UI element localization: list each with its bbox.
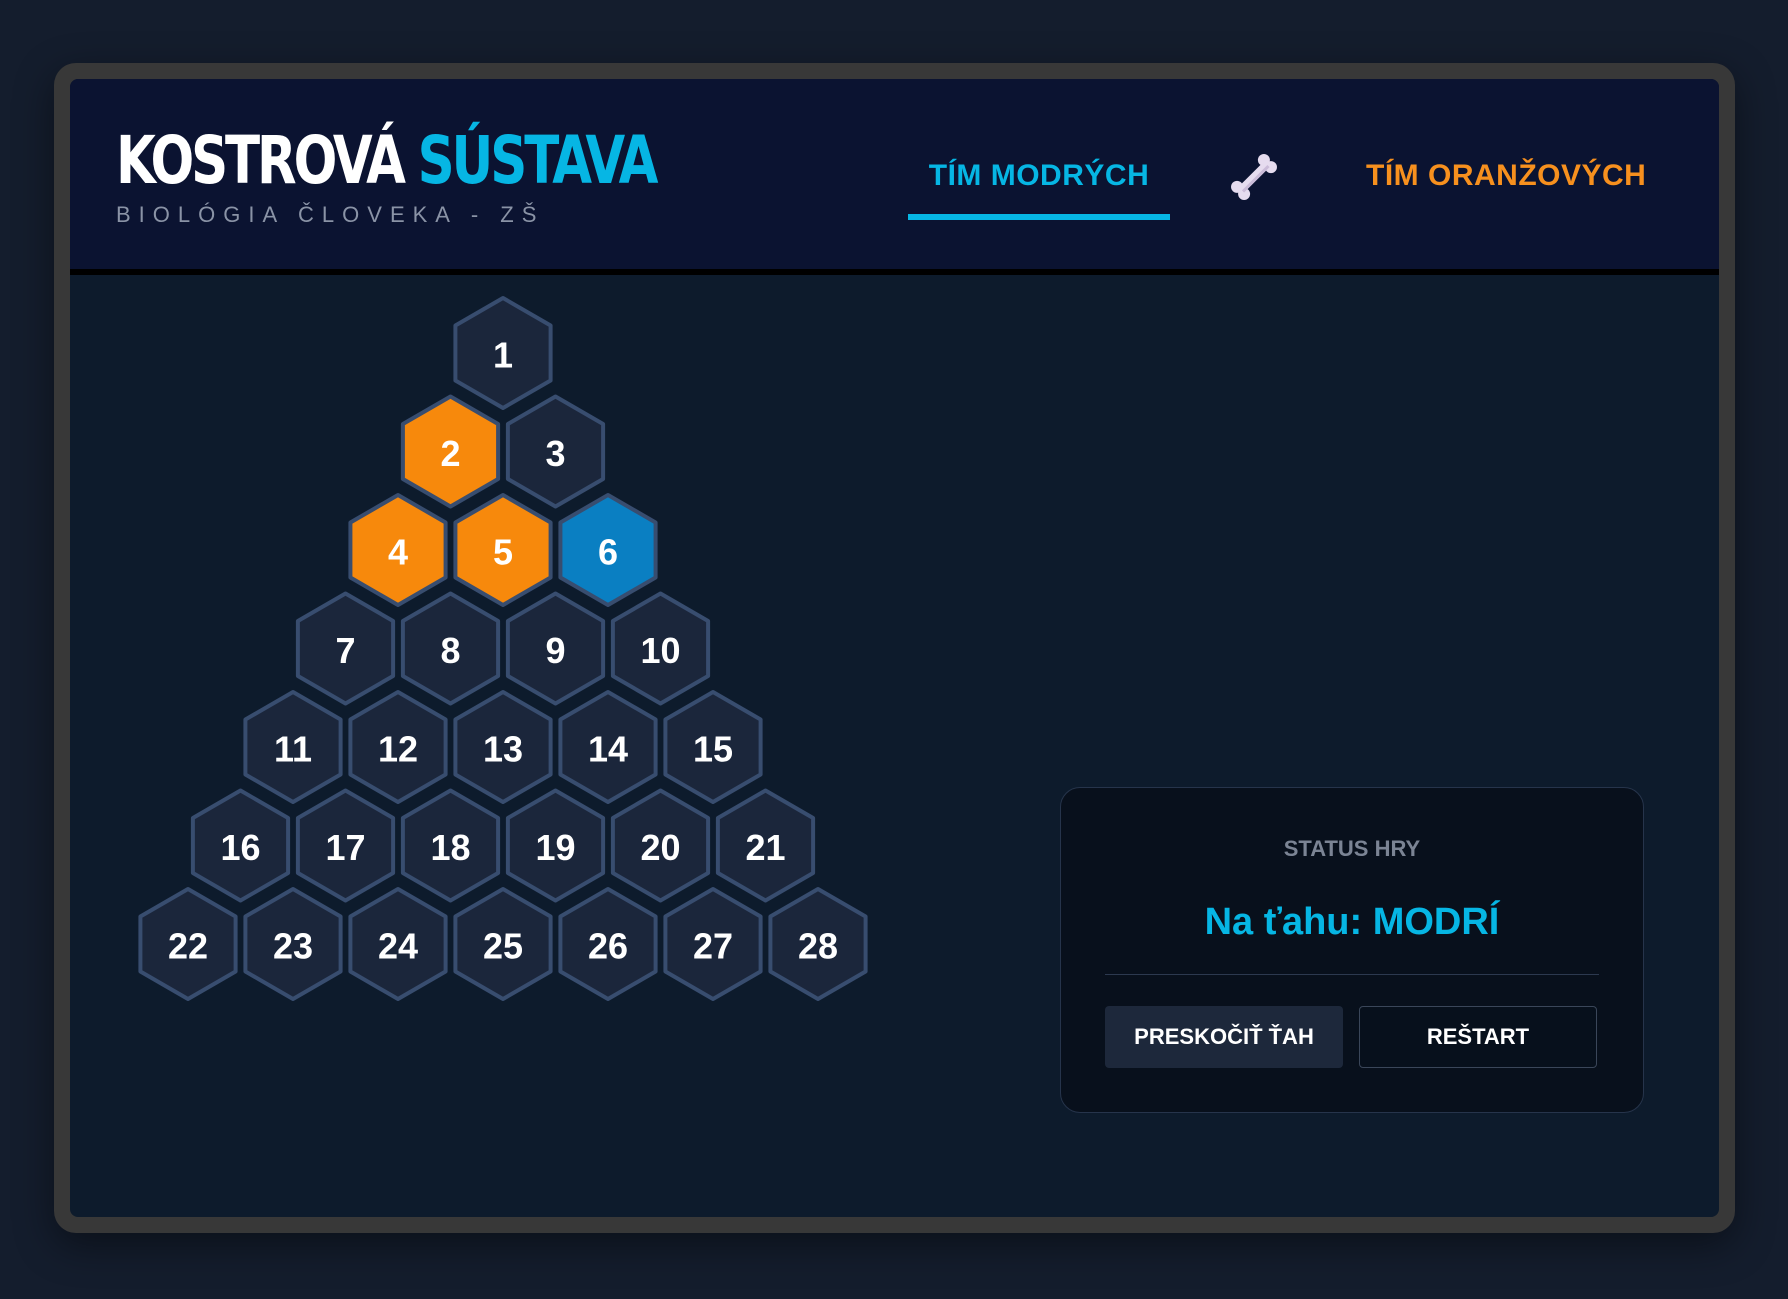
header: KOSTROVÁ SÚSTAVA BIOLÓGIA ČLOVEKA - ZŠ T… [70, 79, 1719, 275]
hex-number: 8 [440, 630, 460, 671]
hex-cell-22[interactable]: 22 [138, 887, 238, 1001]
hex-cell-26[interactable]: 26 [558, 887, 658, 1001]
current-turn-text: Na ťahu: MODRÍ [1204, 901, 1500, 943]
hex-number: 22 [168, 926, 208, 967]
status-label: STATUS HRY [1283, 836, 1421, 861]
hex-cell-17[interactable]: 17 [295, 788, 396, 903]
team-blue-label: TÍM MODRÝCH [928, 159, 1150, 192]
hex-number: 13 [483, 729, 523, 770]
hex-cell-23[interactable]: 23 [243, 887, 343, 1001]
hex-cell-11[interactable]: 11 [243, 690, 343, 804]
hex-number: 26 [588, 926, 628, 967]
hex-cell-2[interactable]: 2 [400, 394, 501, 509]
hex-number: 4 [388, 532, 408, 573]
hex-number: 6 [598, 532, 618, 573]
restart-button[interactable]: REŠTART [1359, 1006, 1597, 1068]
hex-cell-20[interactable]: 20 [610, 788, 711, 903]
hex-number: 1 [493, 335, 513, 376]
hex-number: 27 [693, 926, 733, 967]
hex-cell-3[interactable]: 3 [505, 394, 606, 509]
game-board: 1 2 3 4 5 6 7 8 9 10 11 12 13 14 15 16 17 18 19 20 21 22 23 24 2… [70, 281, 1719, 1217]
team-orange-label: TÍM ORANŽOVÝCH [1366, 159, 1647, 192]
hex-cell-24[interactable]: 24 [348, 887, 448, 1001]
hex-number: 28 [798, 926, 838, 967]
tab-team-orange[interactable]: TÍM ORANŽOVÝCH [1366, 159, 1646, 193]
hex-cell-13[interactable]: 13 [453, 690, 553, 804]
hex-number: 12 [378, 729, 418, 770]
title-word-2: SÚSTAVA [417, 122, 659, 199]
tab-team-blue[interactable]: TÍM MODRÝCH [908, 159, 1170, 220]
hex-number: 23 [273, 926, 313, 967]
hex-number: 20 [640, 827, 680, 868]
hex-cell-12[interactable]: 12 [348, 690, 448, 804]
hex-number: 21 [745, 827, 785, 868]
hex-cell-15[interactable]: 15 [663, 690, 763, 804]
hex-number: 15 [693, 729, 733, 770]
app-subtitle: BIOLÓGIA ČLOVEKA - ZŠ [116, 202, 545, 227]
hex-number: 24 [378, 926, 418, 967]
bone-icon [1231, 154, 1277, 200]
hex-cell-8[interactable]: 8 [400, 591, 501, 706]
hex-number: 3 [545, 433, 565, 474]
hex-cell-21[interactable]: 21 [715, 788, 816, 903]
hex-cell-7[interactable]: 7 [295, 591, 396, 706]
hex-number: 11 [274, 729, 312, 770]
hex-cell-19[interactable]: 19 [505, 788, 606, 903]
hex-cell-25[interactable]: 25 [453, 887, 553, 1001]
hex-cell-14[interactable]: 14 [558, 690, 658, 804]
divider [1105, 974, 1599, 975]
hex-cell-10[interactable]: 10 [610, 591, 711, 706]
app-title: KOSTROVÁ SÚSTAVA [116, 122, 659, 199]
hex-number: 7 [335, 630, 355, 671]
hex-cell-27[interactable]: 27 [663, 887, 763, 1001]
hex-number: 14 [588, 729, 628, 770]
status-panel: STATUS HRY Na ťahu: MODRÍ PRESKOČIŤ ŤAH … [1060, 787, 1644, 1113]
skip-turn-button[interactable]: PRESKOČIŤ ŤAH [1105, 1006, 1343, 1068]
hex-cell-18[interactable]: 18 [400, 788, 501, 903]
hex-cell-1[interactable]: 1 [453, 296, 553, 410]
game-screen: KOSTROVÁ SÚSTAVA BIOLÓGIA ČLOVEKA - ZŠ T… [70, 79, 1719, 1217]
hex-number: 10 [640, 630, 680, 671]
hex-cell-9[interactable]: 9 [505, 591, 606, 706]
hex-cell-4[interactable]: 4 [348, 493, 448, 607]
hex-number: 19 [535, 827, 575, 868]
hex-cell-16[interactable]: 16 [190, 788, 291, 903]
active-tab-underline [908, 214, 1170, 220]
hex-cell-6[interactable]: 6 [558, 493, 658, 607]
hex-cell-5[interactable]: 5 [453, 493, 553, 607]
hex-number: 18 [430, 827, 470, 868]
hex-number: 9 [545, 630, 565, 671]
hex-number: 2 [440, 433, 460, 474]
hex-cell-28[interactable]: 28 [768, 887, 868, 1001]
hex-number: 5 [493, 532, 513, 573]
hex-number: 25 [483, 926, 523, 967]
hex-number: 17 [325, 827, 365, 868]
hex-number: 16 [220, 827, 260, 868]
hex-pyramid: 12 34 5 67 8 9 1011 12 13 14 1516 17 18 19 20 2122 23 24 2… [138, 296, 868, 1001]
title-word-1: KOSTROVÁ [116, 122, 406, 199]
